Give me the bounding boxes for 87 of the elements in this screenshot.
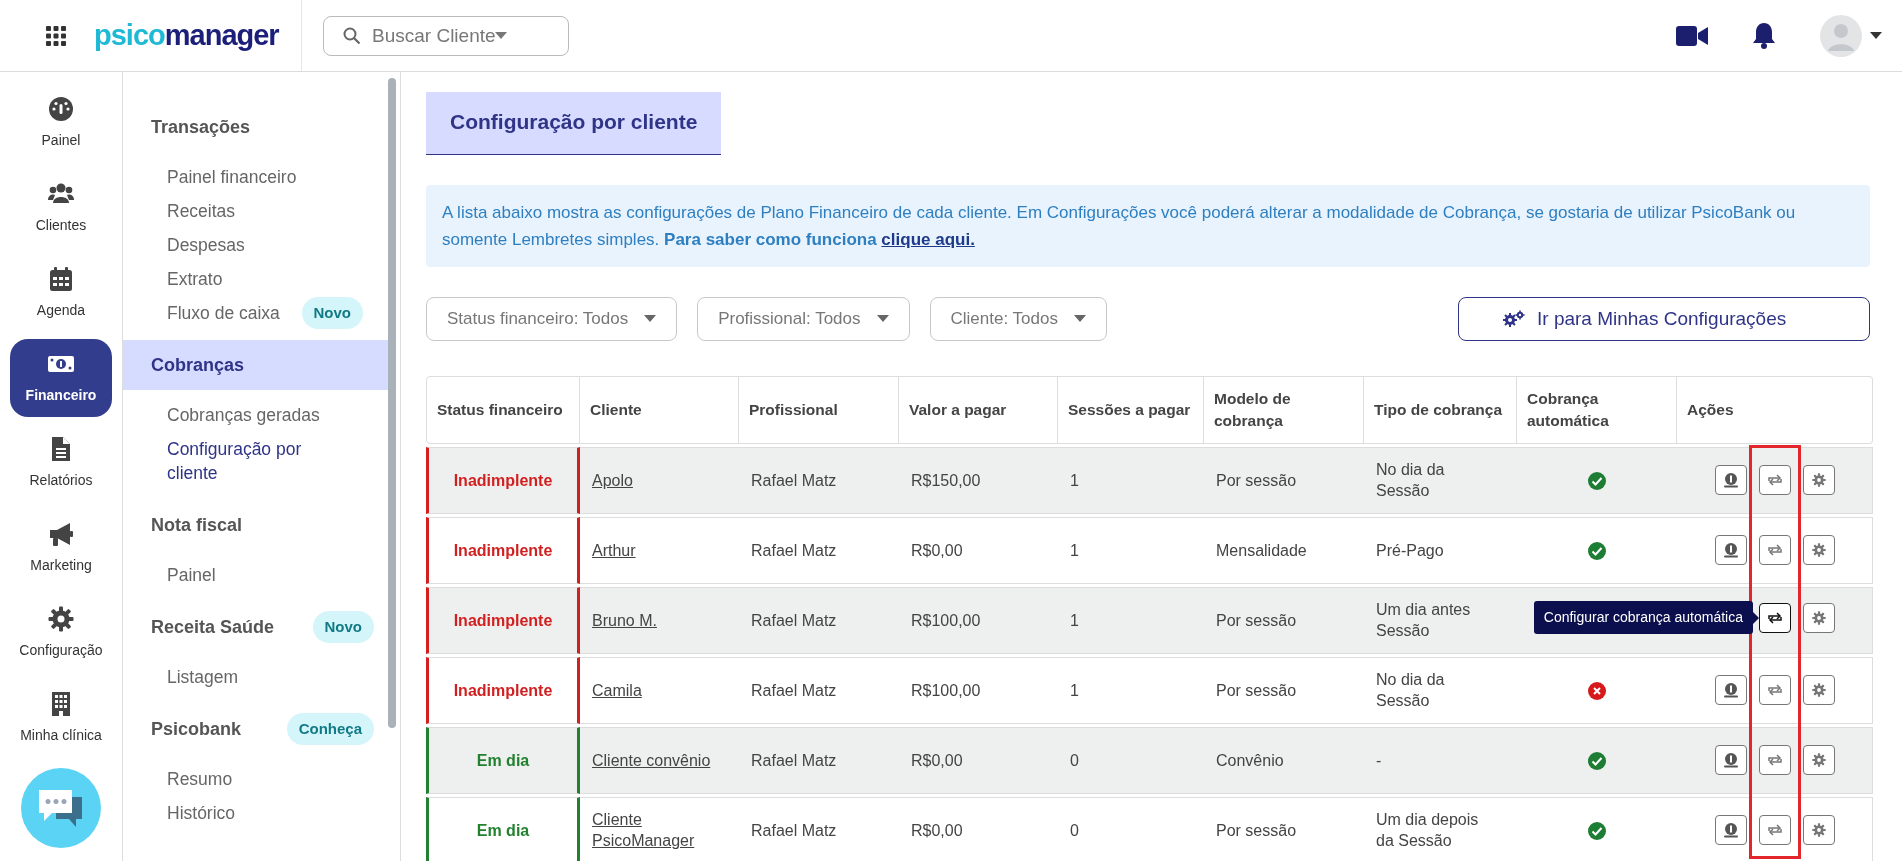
table-cell: No dia da Sessão <box>1364 656 1517 724</box>
table-cell: R$0,00 <box>899 726 1058 794</box>
status-cell: Inadimplente <box>426 516 580 584</box>
table-cell: 0 <box>1058 726 1204 794</box>
table-cell: Um dia depois da Sessão <box>1364 796 1517 861</box>
menu-section-title[interactable]: Cobranças <box>151 351 245 379</box>
column-header: Status financeiro <box>426 375 580 444</box>
client-link[interactable]: Camila <box>592 679 642 702</box>
status-cell: Inadimplente <box>426 446 580 514</box>
menu-item[interactable]: Extrato <box>123 262 237 296</box>
menu-section-title[interactable]: Psicobank <box>151 715 242 743</box>
new-badge: Novo <box>312 610 374 644</box>
table-cell: Rafael Matz <box>739 446 899 514</box>
filter-dropdown[interactable]: Status financeiro: Todos <box>426 296 678 341</box>
status-cell: Em dia <box>426 726 580 794</box>
menu-item[interactable]: Painel financeiro <box>123 160 311 194</box>
menu-item[interactable]: Listagem <box>123 660 252 694</box>
table-cell: Por sessão <box>1204 796 1364 861</box>
column-header: Tipo de cobrança <box>1364 375 1517 444</box>
new-badge: Novo <box>301 296 363 330</box>
nav-rail-item[interactable]: Relatórios <box>10 424 112 502</box>
menu-section-title[interactable]: Receita Saúde <box>151 613 275 641</box>
nav-rail-item[interactable]: Marketing <box>10 509 112 587</box>
nav-rail-item[interactable]: Minha clínica <box>10 679 112 757</box>
status-cell: Inadimplente <box>426 656 580 724</box>
column-header: Cobrança automática <box>1517 375 1677 444</box>
column-header: Sessões a pagar <box>1058 375 1204 444</box>
tooltip: Configurar cobrança automática <box>1533 601 1753 635</box>
nav-rail-item[interactable]: Agenda <box>10 254 112 332</box>
filter-dropdown[interactable]: Profissional: Todos <box>697 296 910 341</box>
column-header: Valor a pagar <box>899 375 1058 444</box>
table-cell: No dia da Sessão <box>1364 446 1517 514</box>
table-cell: 1 <box>1058 656 1204 724</box>
help-link[interactable]: clique aqui. <box>881 229 975 249</box>
search-field[interactable]: Buscar Cliente <box>323 15 569 56</box>
menu-item[interactable]: Resumo <box>123 762 247 796</box>
table-cell: Rafael Matz <box>739 516 899 584</box>
client-link[interactable]: Apolo <box>592 469 633 492</box>
table-cell: 0 <box>1058 796 1204 861</box>
table-cell: R$0,00 <box>899 516 1058 584</box>
menu-item[interactable]: Cobranças geradas <box>123 398 334 432</box>
nav-rail-item[interactable]: Configuração <box>10 594 112 672</box>
nav-rail-item[interactable]: Painel <box>10 84 112 162</box>
menu-item[interactable]: Histórico <box>123 796 250 830</box>
table-cell: Convênio <box>1204 726 1364 794</box>
menu-item[interactable]: Receitas <box>123 194 250 228</box>
page-title: Configuração por cliente <box>426 92 722 155</box>
menu-item[interactable]: Fluxo de caixa <box>123 296 294 330</box>
menu-item[interactable]: Despesas <box>123 228 259 262</box>
table-cell: Por sessão <box>1204 586 1364 654</box>
column-header: Cliente <box>580 375 739 444</box>
table-cell: R$0,00 <box>899 796 1058 861</box>
table-cell: - <box>1364 726 1517 794</box>
table-cell: R$100,00 <box>899 656 1058 724</box>
client-link[interactable]: Cliente PsicoManager <box>592 808 727 852</box>
menu-item[interactable]: Configuração por cliente <box>123 432 363 490</box>
table-cell: 1 <box>1058 446 1204 514</box>
table-cell: Rafael Matz <box>739 796 899 861</box>
menu-section-title[interactable]: Nota fiscal <box>151 511 243 539</box>
table-cell: Mensalidade <box>1204 516 1364 584</box>
info-message: A lista abaixo mostra as configurações de Plano Financeiro de cada cliente. Em Configurações você poderá alterar a modalidade de Cobrança, se gostaria de utilizar PsicoBank ou somente Lembretes simples. Para saber como funciona clique aqui. <box>426 184 1870 267</box>
logo[interactable]: psicomanager <box>94 13 279 58</box>
column-header: Profissional <box>739 375 899 444</box>
table-cell: Rafael Matz <box>739 656 899 724</box>
column-header: Ações <box>1677 375 1873 444</box>
table-cell: Por sessão <box>1204 446 1364 514</box>
client-link[interactable]: Bruno M. <box>592 609 657 632</box>
table-cell: Um dia antes Sessão <box>1364 586 1517 654</box>
status-cell: Em dia <box>426 796 580 861</box>
table-cell: Rafael Matz <box>739 586 899 654</box>
table-cell: Por sessão <box>1204 656 1364 724</box>
table-cell: 1 <box>1058 586 1204 654</box>
table-cell: Rafael Matz <box>739 726 899 794</box>
menu-item[interactable]: Painel <box>123 558 230 592</box>
settings-button[interactable]: Ir para Minhas Configurações <box>1458 296 1870 341</box>
table-cell: R$150,00 <box>899 446 1058 514</box>
menu-section-title[interactable]: Transações <box>151 113 251 141</box>
new-badge: Conheça <box>286 712 374 746</box>
table-cell: Pré-Pago <box>1364 516 1517 584</box>
nav-rail-item[interactable]: Financeiro <box>10 339 112 417</box>
status-cell: Inadimplente <box>426 586 580 654</box>
table-cell: 1 <box>1058 516 1204 584</box>
column-header: Modelo de cobrança <box>1204 375 1364 444</box>
client-link[interactable]: Arthur <box>592 539 636 562</box>
table-cell: R$100,00 <box>899 586 1058 654</box>
filter-dropdown[interactable]: Cliente: Todos <box>929 296 1107 341</box>
nav-rail-item[interactable]: Clientes <box>10 169 112 247</box>
